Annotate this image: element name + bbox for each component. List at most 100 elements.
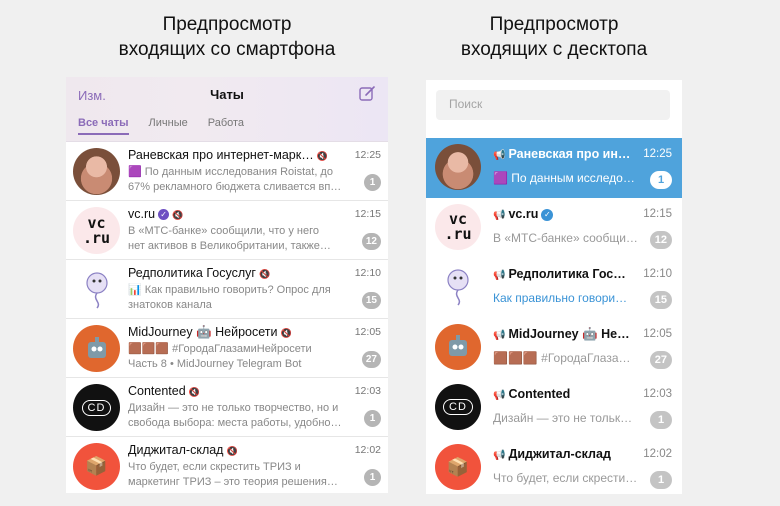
compose-icon[interactable]	[358, 85, 376, 103]
unread-badge: 12	[649, 231, 672, 249]
chat-row-ranevskaya[interactable]: Раневская про интернет-марк… 🔇 12:25 🟪 По…	[66, 142, 388, 201]
contented-logo: CD	[443, 399, 473, 415]
robot-icon	[87, 336, 106, 358]
contented-logo: CD	[81, 399, 112, 416]
unread-badge: 1	[364, 174, 381, 191]
vc-logo-bottom: .ru	[444, 225, 472, 243]
chat-preview: 🟫🟫🟫 #ГородаГлаза…	[493, 351, 631, 365]
chat-row-contented[interactable]: CD 📢 Contented 12:03 Дизайн — это не толь…	[426, 378, 682, 438]
chat-row-digital-sklad[interactable]: 📦 Диджитал-склад 🔇 12:02 Что будет, если …	[66, 437, 388, 493]
chat-row-vcru[interactable]: vc .ru vc.ru ✓ 🔇 12:15 В «МТС-банке» сообщи…	[66, 201, 388, 260]
chat-preview-line1: В «МТС-банке» сообщили, что у него	[128, 225, 319, 237]
chat-preview: Что будет, если скрести…	[493, 471, 638, 485]
chat-row-digital-sklad[interactable]: 📦 📢 Диджитал-склад 12:02 Что будет, если …	[426, 438, 682, 494]
channel-icon: 📢	[493, 210, 506, 221]
unread-badge: 1	[650, 171, 672, 189]
avatar	[435, 324, 481, 370]
mobile-chat-list-panel: Изм. Чаты Все чаты Личные Работа Раневск…	[66, 77, 388, 493]
mascot-icon	[85, 271, 108, 308]
chat-row-ranevskaya[interactable]: 📢 Раневская про ин… 12:25 🟪 По данным исс…	[426, 138, 682, 198]
chat-preview-line2: нет активов в Великобритании, также…	[128, 240, 331, 252]
chat-list: 📢 Раневская про ин… 12:25 🟪 По данным исс…	[426, 138, 682, 494]
desktop-heading-line2: входящих с десктопа	[460, 39, 648, 60]
muted-icon: 🔇	[172, 210, 184, 220]
channel-icon: 📢	[493, 270, 506, 281]
muted-icon: 🔇	[316, 151, 328, 161]
unread-badge: 1	[650, 411, 672, 429]
chat-name: MidJourney 🤖 Не…	[508, 327, 630, 341]
tab-all-chats[interactable]: Все чаты	[78, 117, 129, 135]
channel-icon: 📢	[493, 150, 506, 161]
chat-name: Редполитика Госуслуг	[128, 266, 256, 280]
unread-badge: 1	[650, 471, 672, 489]
chat-preview-line2: 67% рекламного бюджета сливается вп…	[128, 181, 342, 193]
chat-time: 12:03	[643, 388, 672, 400]
chat-name: Редполитика Гос…	[508, 267, 626, 281]
chat-time: 12:25	[643, 148, 672, 160]
chat-name: Диджитал-склад	[128, 443, 224, 457]
avatar	[73, 325, 120, 372]
chat-row-midjourney[interactable]: 📢 MidJourney 🤖 Не… 12:05 🟫🟫🟫 #ГородаГлаза…	[426, 318, 682, 378]
box-icon: 📦	[446, 456, 470, 477]
chat-time: 12:10	[643, 268, 672, 280]
desktop-chat-list-panel: Поиск 📢 Раневская про ин… 12:25 🟪 По данн…	[426, 80, 682, 494]
chat-time: 12:10	[354, 267, 381, 279]
page-title: Чаты	[210, 87, 244, 102]
chat-preview-line1: Что будет, если скрестить ТРИЗ и	[128, 461, 301, 473]
avatar	[73, 148, 120, 195]
mascot-icon	[447, 269, 469, 306]
chat-time: 12:05	[354, 326, 381, 338]
channel-icon: 📢	[493, 390, 506, 401]
avatar	[73, 266, 120, 313]
chat-row-vcru[interactable]: vc .ru 📢 vc.ru ✓ 12:15 В «МТС-банке» сообщи…	[426, 198, 682, 258]
avatar: vc .ru	[435, 204, 481, 250]
chat-preview-line2: Часть 8 • MidJourney Telegram Bot	[128, 358, 302, 370]
chat-time: 12:02	[643, 448, 672, 460]
muted-icon: 🔇	[280, 328, 292, 338]
channel-icon: 📢	[493, 330, 506, 341]
chat-row-redpolitika[interactable]: Редполитика Госуслуг 🔇 12:10 📊 Как правил…	[66, 260, 388, 319]
chat-time: 12:02	[354, 444, 381, 456]
chat-preview: 🟪 По данным исследо…	[493, 171, 635, 185]
chat-name: vc.ru	[128, 207, 156, 221]
tab-personal[interactable]: Личные	[149, 117, 188, 135]
chat-name: Contented	[128, 384, 186, 398]
chat-preview-line2: знатоков канала	[128, 299, 212, 311]
chat-time: 12:15	[643, 208, 672, 220]
chat-time: 12:25	[354, 149, 381, 161]
tab-work[interactable]: Работа	[208, 117, 244, 135]
chat-preview-line1: 📊 Как правильно говорить? Опрос для	[128, 284, 331, 296]
avatar: 📦	[435, 444, 481, 490]
chat-row-midjourney[interactable]: MidJourney 🤖 Нейросети 🔇 12:05 🟫🟫🟫 #Город…	[66, 319, 388, 378]
unread-badge: 27	[649, 351, 672, 369]
avatar: CD	[435, 384, 481, 430]
chat-preview: Дизайн — это не тольк…	[493, 411, 633, 425]
chat-name: vc.ru	[508, 207, 539, 221]
chat-preview-line2: маркетинг ТРИЗ – это теория решения…	[128, 476, 338, 488]
chat-time: 12:05	[643, 328, 672, 340]
chat-name: MidJourney 🤖 Нейросети	[128, 325, 278, 339]
chat-row-redpolitika[interactable]: 📢 Редполитика Гос… 12:10 Как правильно го…	[426, 258, 682, 318]
mobile-header: Изм. Чаты Все чаты Личные Работа	[66, 77, 388, 142]
chat-preview: В «МТС-банке» сообщи…	[493, 231, 638, 245]
chat-name: Раневская про интернет-марк…	[128, 148, 314, 162]
folder-tabs: Все чаты Личные Работа	[78, 117, 244, 135]
search-input[interactable]: Поиск	[436, 90, 670, 120]
chat-name: Contented	[508, 387, 571, 401]
chat-name: Раневская про ин…	[508, 147, 631, 161]
mobile-preview-heading: Предпросмотр входящих со смартфона	[66, 12, 388, 62]
unread-badge: 27	[361, 351, 381, 368]
avatar: vc .ru	[73, 207, 120, 254]
desktop-heading-line1: Предпросмотр	[489, 14, 619, 35]
chat-row-contented[interactable]: CD Contented 🔇 12:03 Дизайн — это не толь…	[66, 378, 388, 437]
unread-badge: 15	[361, 292, 381, 309]
chat-preview: Как правильно говори…	[493, 291, 628, 305]
verified-icon: ✓	[158, 209, 170, 220]
verified-icon: ✓	[541, 209, 554, 221]
muted-icon: 🔇	[188, 387, 200, 397]
mobile-heading-line2: входящих со смартфона	[118, 39, 336, 60]
muted-icon: 🔇	[258, 269, 271, 279]
chat-preview-line1: Дизайн — это не только творчество, но и	[128, 402, 339, 414]
chat-preview-line1: 🟫🟫🟫 #ГородаГлазамиНейросети	[128, 343, 312, 355]
avatar: 📦	[73, 443, 120, 490]
